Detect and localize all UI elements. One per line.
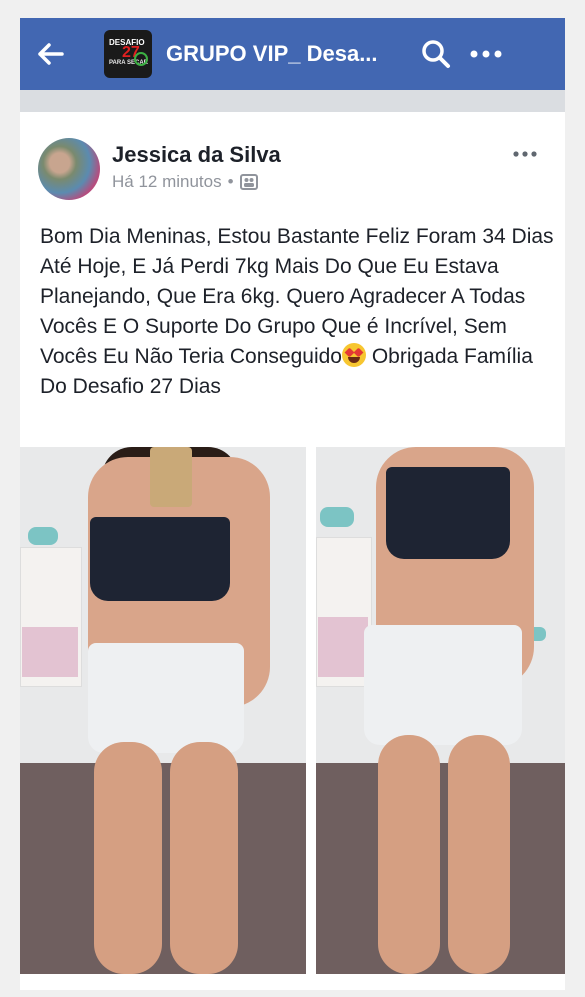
header-more-button[interactable]: [456, 18, 516, 90]
composer-bar: [20, 90, 565, 112]
avatar[interactable]: [38, 138, 100, 200]
photo-shorts: [88, 643, 244, 753]
photo-bin: [318, 617, 368, 677]
photo-bin: [22, 627, 78, 677]
post-menu-button[interactable]: [513, 138, 537, 164]
photo-shorts: [364, 625, 522, 745]
photo-leg-right: [170, 742, 238, 974]
post-meta: Há 12 minutos •: [112, 172, 258, 192]
after-photo[interactable]: [316, 447, 565, 974]
post-card: Jessica da Silva Há 12 minutos • Bom Dia…: [20, 112, 565, 990]
back-button[interactable]: [20, 18, 82, 90]
screenshot-frame: DESAFIO 27 PARA SECAR GRUPO VIP_ Desa...: [0, 0, 585, 997]
meta-separator: •: [227, 172, 234, 191]
photo-decor: [28, 527, 58, 545]
group-avatar[interactable]: DESAFIO 27 PARA SECAR: [104, 30, 152, 78]
photo-phone: [150, 447, 192, 507]
search-icon: [422, 40, 450, 68]
more-icon: [470, 50, 502, 58]
group-privacy-icon: [239, 174, 258, 190]
photo-floor: [316, 763, 565, 974]
photo-top: [386, 467, 510, 559]
photo-decor: [320, 507, 354, 527]
search-button[interactable]: [416, 18, 456, 90]
more-icon: [513, 151, 537, 157]
photo-leg-left: [378, 735, 440, 974]
post-time[interactable]: Há 12 minutos: [112, 172, 222, 192]
photo-leg-left: [94, 742, 162, 974]
post-author[interactable]: Jessica da Silva: [112, 142, 281, 168]
post-text: Bom Dia Meninas, Estou Bastante Feliz Fo…: [40, 222, 560, 402]
top-bar: DESAFIO 27 PARA SECAR GRUPO VIP_ Desa...: [20, 18, 565, 90]
heart-eyes-emoji: [341, 343, 366, 367]
photo-leg-right: [448, 735, 510, 974]
photo-top: [90, 517, 230, 601]
photo-floor: [20, 763, 306, 974]
back-arrow-icon: [38, 43, 64, 65]
group-thumb-ring: [134, 52, 148, 66]
before-photo[interactable]: [20, 447, 306, 974]
group-title[interactable]: GRUPO VIP_ Desa...: [166, 41, 396, 67]
facebook-app-screen: DESAFIO 27 PARA SECAR GRUPO VIP_ Desa...: [20, 18, 565, 990]
